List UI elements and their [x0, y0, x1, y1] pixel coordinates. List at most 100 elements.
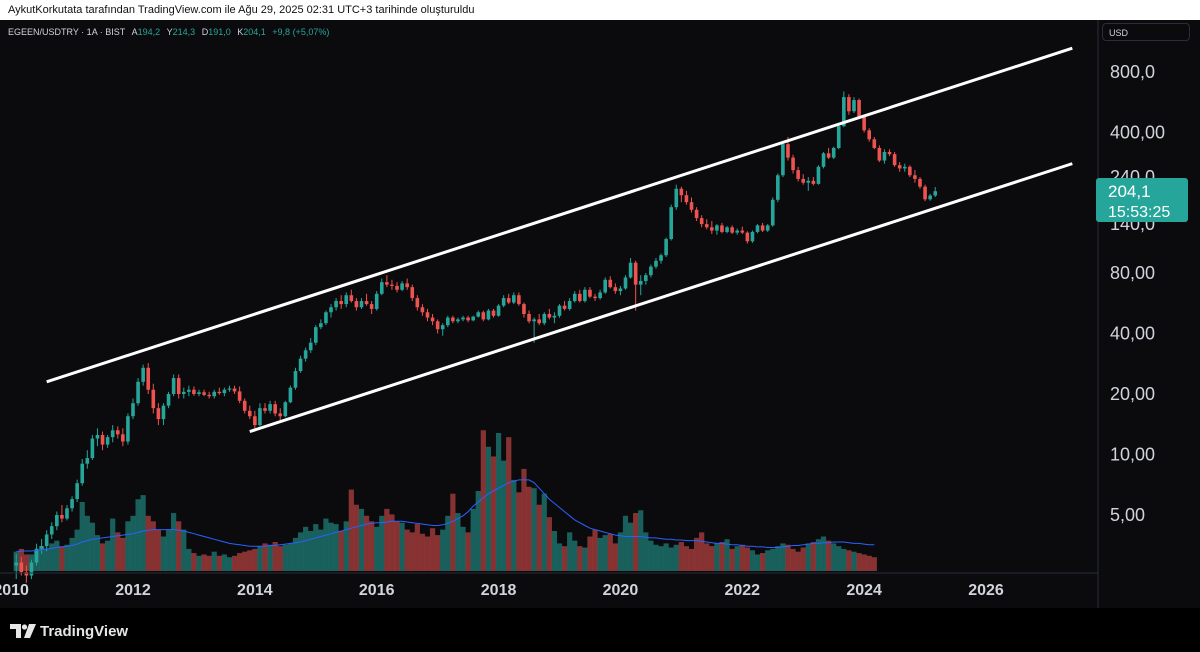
- volume-bar: [201, 554, 207, 571]
- candle-body: [339, 301, 343, 305]
- volume-bar: [592, 529, 598, 571]
- candle-body: [156, 408, 161, 420]
- candle-body: [435, 321, 440, 330]
- candle-body: [765, 225, 770, 231]
- candle-body: [313, 327, 318, 343]
- candle-body: [791, 157, 795, 171]
- candle-body: [232, 388, 237, 392]
- volume-bar: [115, 532, 121, 571]
- candle-body: [578, 293, 582, 302]
- volume-bar: [221, 554, 227, 571]
- candle-body: [44, 534, 49, 547]
- volume-bar: [140, 495, 146, 571]
- candle-body: [19, 562, 24, 573]
- volume-bar: [404, 529, 410, 571]
- candle-body: [897, 165, 902, 169]
- time-tick-label: 2014: [237, 582, 273, 599]
- volume-bar: [831, 543, 837, 571]
- volume-bar: [775, 546, 781, 571]
- candle-body: [395, 285, 399, 290]
- candle-body: [638, 280, 643, 285]
- candle-body: [796, 170, 800, 179]
- volume-bar: [206, 555, 212, 571]
- volume-bar: [861, 554, 867, 571]
- volume-bar: [181, 529, 187, 571]
- volume-bar: [795, 551, 801, 571]
- volume-bar: [810, 542, 816, 571]
- volume-bar: [572, 540, 578, 571]
- candle-body: [572, 293, 577, 302]
- candle-body: [425, 312, 430, 318]
- candle-body: [877, 147, 882, 161]
- candle-body: [684, 195, 689, 203]
- currency-button[interactable]: USD: [1102, 23, 1190, 41]
- volume-bar: [353, 504, 360, 571]
- volume-bar: [237, 553, 243, 571]
- candle-body: [527, 314, 531, 322]
- volume-bar: [54, 540, 60, 571]
- open-value: 194,2: [137, 27, 161, 37]
- volume-bar: [521, 468, 527, 571]
- candle-body: [496, 305, 501, 316]
- candle-body: [512, 295, 516, 303]
- low-value: 191,0: [208, 27, 231, 37]
- candle-body: [354, 301, 359, 308]
- tradingview-logo[interactable]: TradingView: [10, 621, 128, 641]
- candlestick-chart[interactable]: 5,0010,0020,0040,0080,00140,0240,0400,00…: [0, 20, 1200, 608]
- candle-body: [801, 178, 806, 183]
- volume-bar: [607, 533, 613, 571]
- candle-body: [872, 139, 877, 148]
- candle-body: [679, 188, 684, 196]
- symbol-legend: EGEEN/USDTRY · 1A · BIST A194,2 Y214,3 D…: [8, 27, 329, 37]
- volume-bar: [374, 526, 380, 571]
- candle-body: [151, 389, 156, 409]
- volume-bar: [638, 510, 644, 571]
- last-price-tag: 204,1 15:53:25: [1096, 178, 1188, 222]
- candle-body: [471, 316, 475, 321]
- volume-bar: [247, 550, 253, 571]
- volume-bar: [389, 514, 395, 571]
- candle-body: [451, 317, 455, 322]
- volume-bar: [338, 530, 344, 571]
- candle-body: [298, 358, 303, 372]
- candle-body: [644, 275, 648, 281]
- volume-bar: [643, 532, 649, 571]
- candle-body: [385, 282, 389, 285]
- channel-line-lower: [249, 162, 1073, 434]
- candle-body: [14, 562, 19, 566]
- volume-bar: [658, 546, 664, 571]
- volume-bar: [277, 546, 283, 571]
- volume-bar: [516, 492, 522, 571]
- candle-body: [110, 430, 115, 438]
- volume-bar: [744, 547, 750, 571]
- candle-body: [344, 295, 349, 305]
- price-tick-label: 20,00: [1110, 384, 1155, 404]
- volume-layer: [13, 430, 877, 571]
- volume-bar: [308, 530, 314, 571]
- price-tick-label: 40,00: [1110, 323, 1155, 343]
- volume-bar: [587, 536, 593, 571]
- candle-body: [699, 218, 704, 225]
- volume-bar: [191, 553, 197, 571]
- volume-bar: [734, 546, 740, 571]
- price-tick-label: 5,00: [1110, 505, 1145, 525]
- volume-bar: [526, 486, 532, 571]
- candle-body: [847, 97, 851, 112]
- volume-bar: [495, 433, 502, 571]
- volume-bar: [460, 526, 466, 571]
- candle-body: [583, 289, 587, 302]
- candle-body: [166, 393, 171, 406]
- candle-body: [933, 191, 938, 196]
- symbol-name[interactable]: EGEEN/USDTRY · 1A · BIST: [8, 27, 125, 37]
- candle-body: [319, 323, 323, 328]
- candle-body: [562, 305, 567, 309]
- volume-bar: [262, 543, 268, 571]
- candle-body: [923, 186, 927, 200]
- volume-bar: [211, 551, 217, 571]
- candle-body: [537, 319, 541, 324]
- volume-bar: [490, 456, 497, 571]
- candle-body: [379, 282, 384, 294]
- candle-body: [415, 298, 420, 308]
- candle-body: [293, 371, 298, 388]
- candle-body: [603, 279, 607, 293]
